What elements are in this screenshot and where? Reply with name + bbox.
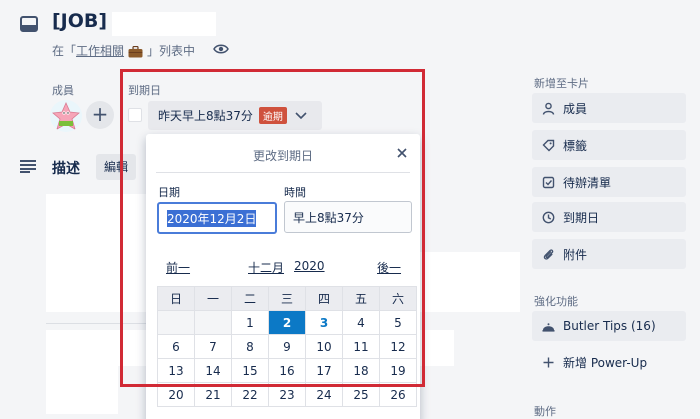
sidebar-members-label: 成員 <box>563 101 588 116</box>
in-list-info: 在「 工作相關 」列表中 <box>52 42 195 59</box>
sidebar-checklist-button[interactable]: 待辦清單 <box>532 167 686 197</box>
in-list-suffix: 」列表中 <box>147 44 196 58</box>
patrick-star-icon <box>52 102 80 130</box>
description-title: 描述 <box>52 161 80 177</box>
add-to-card-heading: 新增至卡片 <box>534 77 589 90</box>
sidebar-attachment-label: 附件 <box>563 247 588 262</box>
sidebar-members-button[interactable]: 成員 <box>532 93 686 123</box>
redacted-block-3 <box>46 330 118 414</box>
sidebar-labels-button[interactable]: 標籤 <box>532 130 686 160</box>
members-label: 成員 <box>52 84 74 97</box>
list-name-link[interactable]: 工作相關 <box>76 42 124 59</box>
paperclip-icon <box>543 248 554 260</box>
avatar[interactable] <box>50 100 82 132</box>
description-icon <box>20 160 36 173</box>
add-powerup-label: 新增 Power-Up <box>563 355 648 370</box>
redacted-title-area <box>112 12 216 36</box>
person-icon <box>542 102 555 115</box>
add-member-button[interactable]: + <box>86 101 114 129</box>
clock-icon <box>542 211 555 223</box>
sidebar-attachment-button[interactable]: 附件 <box>532 239 686 269</box>
tag-icon <box>542 139 555 151</box>
briefcase-icon <box>128 45 143 57</box>
card-icon <box>20 16 38 32</box>
in-list-prefix: 在「 <box>52 44 77 58</box>
actions-heading: 動作 <box>534 405 556 418</box>
sidebar-labels-label: 標籤 <box>563 138 588 153</box>
add-powerup-button[interactable]: 新增 Power-Up <box>532 347 686 377</box>
powerups-heading: 強化功能 <box>534 295 578 308</box>
butler-tips-label: Butler Tips (16) <box>563 319 656 333</box>
eye-icon[interactable] <box>213 43 229 55</box>
checklist-icon <box>542 176 555 188</box>
sidebar-due-date-button[interactable]: 到期日 <box>532 202 686 232</box>
plus-icon <box>543 357 554 367</box>
butler-tips-button[interactable]: Butler Tips (16) <box>532 311 686 341</box>
butler-bell-icon <box>542 322 555 332</box>
annotation-highlight-box <box>120 69 425 387</box>
sidebar-due-date-label: 到期日 <box>563 210 600 225</box>
card-title[interactable]: [JOB] <box>52 10 107 32</box>
sidebar-checklist-label: 待辦清單 <box>563 175 612 190</box>
